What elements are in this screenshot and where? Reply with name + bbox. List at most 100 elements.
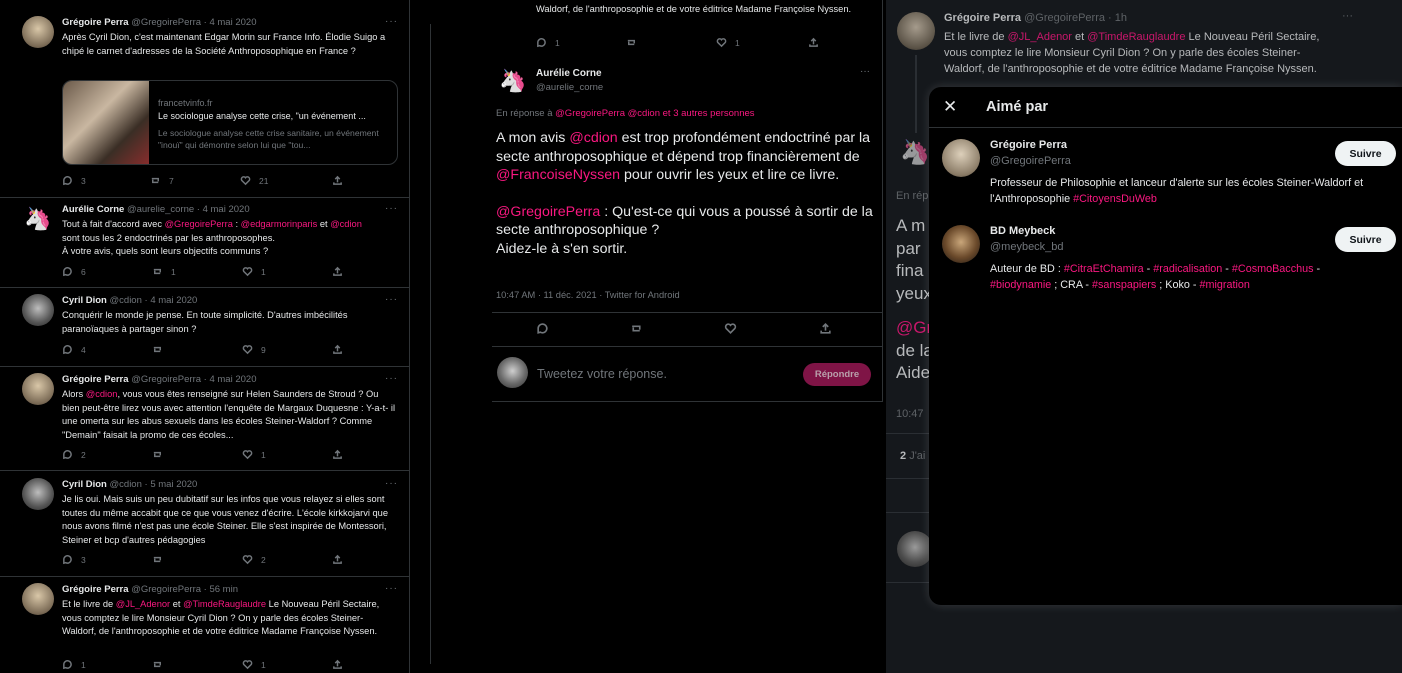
share-button[interactable] xyxy=(332,344,343,355)
hashtag-link[interactable]: #CosmoBacchus xyxy=(1232,263,1314,275)
tweet[interactable]: Cyril Dion @cdion · 5 mai 2020 ··· Je li… xyxy=(0,478,409,547)
mention-link[interactable]: @JL_Adenor xyxy=(116,599,170,609)
reply-icon xyxy=(63,345,72,355)
like-button[interactable]: 1 xyxy=(242,449,266,460)
like-button[interactable]: 1 xyxy=(242,266,266,277)
mention-link[interactable]: @cdion xyxy=(86,389,118,399)
tweet[interactable]: 🦄 Aurélie Corne @aurelie_corne · 4 mai 2… xyxy=(0,203,409,259)
mention-link[interactable]: @cdion xyxy=(628,108,660,119)
reply-button[interactable]: 1 xyxy=(62,659,86,670)
like-button[interactable]: 1 xyxy=(716,37,740,48)
close-icon[interactable]: ✕ xyxy=(943,97,957,117)
text-segment: - xyxy=(1222,263,1232,275)
reply-button[interactable]: 4 xyxy=(62,344,86,355)
divider xyxy=(492,346,883,347)
link-preview-card[interactable]: francetvinfo.fr Le sociologue analyse ce… xyxy=(62,80,398,165)
text-segment: Auteur de BD : xyxy=(990,263,1064,275)
mention-link[interactable]: @edgarmorinparis xyxy=(241,219,318,229)
tweet[interactable]: Grégoire Perra @GregoirePerra · 4 mai 20… xyxy=(0,16,409,58)
author-name[interactable]: Aurélie Corne xyxy=(536,68,602,79)
more-options-icon[interactable]: ··· xyxy=(385,583,398,594)
tweet[interactable]: Cyril Dion @cdion · 4 mai 2020 ··· Conqu… xyxy=(0,294,409,336)
more-options-icon[interactable]: ··· xyxy=(385,16,398,27)
author-name[interactable]: Grégoire Perra xyxy=(62,17,129,28)
author-name[interactable]: Cyril Dion xyxy=(62,295,107,306)
mention-link[interactable]: @FrancoiseNyssen xyxy=(496,167,620,183)
user-row[interactable]: BD Meybeck @meybeck_bd Suivre Auteur de … xyxy=(929,221,1402,299)
mention-link[interactable]: @cdion xyxy=(330,219,362,229)
reply-button[interactable]: 1 xyxy=(536,37,560,48)
more-options-icon[interactable]: ··· xyxy=(860,66,870,77)
tweet[interactable]: Grégoire Perra @GregoirePerra · 56 min ·… xyxy=(0,583,409,639)
avatar[interactable] xyxy=(22,373,54,405)
like-button[interactable]: 9 xyxy=(242,344,266,355)
heart-icon[interactable] xyxy=(724,322,737,335)
reply-input[interactable]: Tweetez votre réponse. xyxy=(537,367,667,381)
avatar[interactable] xyxy=(22,478,54,510)
reply-button[interactable]: 6 xyxy=(62,266,86,277)
mention-link[interactable]: @GregoirePerra xyxy=(555,108,625,119)
user-bio: Auteur de BD : #CitraEtChamira - #radica… xyxy=(990,261,1396,293)
reply-icon[interactable] xyxy=(536,322,549,335)
mention-link[interactable]: @GregoirePerra xyxy=(165,219,233,229)
retweet-button[interactable]: 1 xyxy=(152,266,176,277)
share-button[interactable] xyxy=(332,266,343,277)
share-button[interactable] xyxy=(808,37,819,48)
mention-link[interactable]: @GregoirePerra xyxy=(496,204,600,220)
retweet-icon[interactable] xyxy=(630,322,643,335)
share-button[interactable] xyxy=(332,554,343,565)
follow-button[interactable]: Suivre xyxy=(1335,141,1396,166)
user-row[interactable]: Grégoire Perra @GregoirePerra Suivre Pro… xyxy=(929,135,1402,213)
more-options-icon[interactable]: ··· xyxy=(385,478,398,489)
more-options-icon[interactable]: ··· xyxy=(385,203,398,214)
hashtag-link[interactable]: #radicalisation xyxy=(1153,263,1222,275)
like-button[interactable]: 1 xyxy=(242,659,266,670)
reply-button[interactable]: 2 xyxy=(62,449,86,460)
retweet-button[interactable] xyxy=(152,659,163,670)
share-icon[interactable] xyxy=(819,322,832,335)
share-button[interactable] xyxy=(332,449,343,460)
retweet-button[interactable] xyxy=(152,554,163,565)
retweet-button[interactable] xyxy=(152,344,163,355)
like-button[interactable]: 2 xyxy=(242,554,266,565)
author-name[interactable]: Aurélie Corne xyxy=(62,204,124,215)
avatar[interactable] xyxy=(497,357,528,388)
like-button[interactable]: 21 xyxy=(240,175,268,186)
hashtag-link[interactable]: #biodynamie xyxy=(990,279,1051,291)
tweet[interactable]: Grégoire Perra @GregoirePerra · 4 mai 20… xyxy=(0,373,409,442)
avatar[interactable] xyxy=(22,16,54,48)
hashtag-link[interactable]: #migration xyxy=(1199,279,1249,291)
text-segment: - xyxy=(1143,263,1154,275)
author-name[interactable]: Cyril Dion xyxy=(62,479,107,490)
follow-button[interactable]: Suivre xyxy=(1335,227,1396,252)
more-options-icon[interactable]: ··· xyxy=(385,294,398,305)
hashtag-link[interactable]: #CitoyensDuWeb xyxy=(1073,193,1157,205)
retweet-button[interactable]: 7 xyxy=(150,175,174,186)
more-options-icon[interactable]: ··· xyxy=(385,373,398,384)
reply-button[interactable]: 3 xyxy=(62,175,86,186)
user-name[interactable]: BD Meybeck xyxy=(990,225,1055,237)
author-name[interactable]: Grégoire Perra xyxy=(62,584,129,595)
reply-submit-button[interactable]: Répondre xyxy=(803,363,871,386)
text-segment: de la xyxy=(896,340,933,360)
retweet-count: 7 xyxy=(169,175,174,186)
fragment-body: A m par fina yeux @Gr de la Aide xyxy=(896,215,933,385)
share-button[interactable] xyxy=(332,659,343,670)
author-name[interactable]: Grégoire Perra xyxy=(62,374,129,385)
avatar[interactable] xyxy=(22,294,54,326)
share-button[interactable] xyxy=(332,175,343,186)
mention-link[interactable]: @TimdeRauglaudre xyxy=(183,599,266,609)
avatar[interactable] xyxy=(22,583,54,615)
retweet-button[interactable] xyxy=(626,37,637,48)
retweet-button[interactable] xyxy=(152,449,163,460)
avatar[interactable]: 🦄 xyxy=(498,66,528,96)
mention-link[interactable]: @cdion xyxy=(569,130,617,146)
avatar[interactable]: 🦄 xyxy=(22,203,54,235)
hashtag-link[interactable]: #CitraEtChamira xyxy=(1064,263,1144,275)
avatar[interactable] xyxy=(942,225,980,263)
reply-button[interactable]: 3 xyxy=(62,554,86,565)
others-link[interactable]: et 3 autres personnes xyxy=(660,108,755,119)
hashtag-link[interactable]: #sanspapiers xyxy=(1092,279,1156,291)
user-name[interactable]: Grégoire Perra xyxy=(990,139,1067,151)
avatar[interactable] xyxy=(942,139,980,177)
